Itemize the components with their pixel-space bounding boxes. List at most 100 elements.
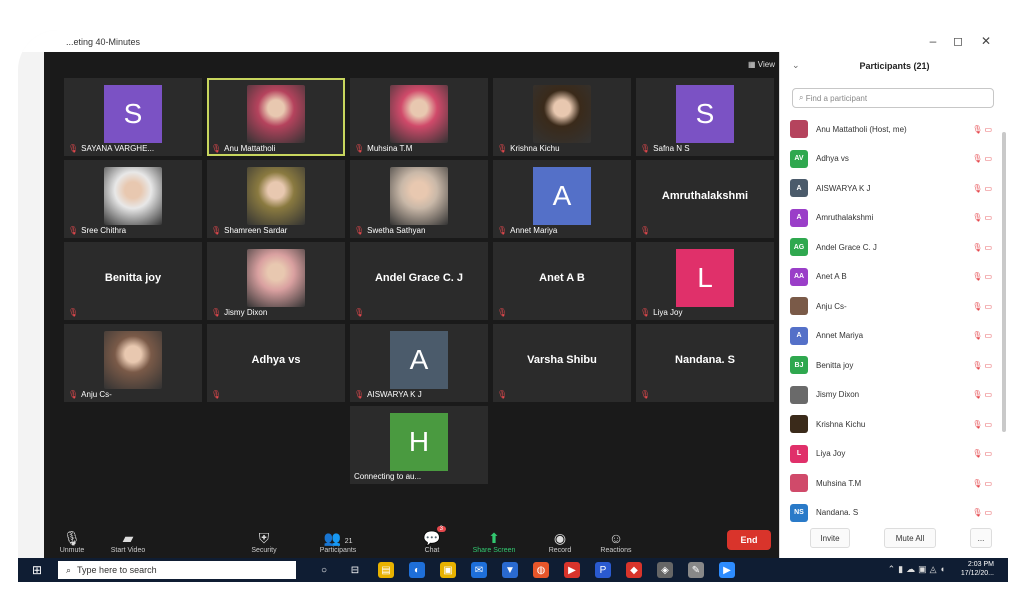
meeting-gallery: ▦ View S 🎙 SAYANA VARGHE... 🎙 Anu Mattatholi… xyxy=(44,52,779,558)
participant-row[interactable]: A AISWARYA K J 🎙▭ xyxy=(790,177,994,199)
chat-icon: 💬 xyxy=(423,530,441,546)
record-button[interactable]: ◉ Record xyxy=(534,529,586,554)
participant-tile[interactable]: 🎙 Muhsina T.M xyxy=(350,78,488,156)
restore-icon[interactable]: ◻ xyxy=(948,34,968,48)
participant-row[interactable]: L Liya Joy 🎙▭ xyxy=(790,443,994,465)
participant-row[interactable]: Krishna Kichu 🎙▭ xyxy=(790,413,994,435)
taskbar-app-icon[interactable]: ◈ xyxy=(657,562,673,578)
muted-status-icons: 🎙▭ xyxy=(972,390,994,399)
muted-status-icons: 🎙▭ xyxy=(972,478,994,488)
participant-tile[interactable]: Anet A B 🎙 xyxy=(493,242,631,320)
start-video-button[interactable]: ▰ Start Video xyxy=(102,529,154,554)
participant-name: Liya Joy xyxy=(816,449,846,458)
participant-tile[interactable]: 🎙 Sree Chithra xyxy=(64,160,202,238)
participant-row[interactable]: Jismy Dixon 🎙▭ xyxy=(790,384,994,406)
taskbar-app-icon[interactable]: ▤ xyxy=(378,562,394,578)
taskbar-app-icon[interactable]: ▶ xyxy=(564,562,580,578)
tile-display-name: Amruthalakshmi xyxy=(661,190,749,202)
mute-all-button[interactable]: Mute All xyxy=(884,528,936,548)
participant-row[interactable]: A Amruthalakshmi 🎙▭ xyxy=(790,207,994,229)
participant-tile[interactable]: Nandana. S 🎙 xyxy=(636,324,774,402)
security-button[interactable]: ⛨ Security xyxy=(238,529,290,554)
avatar xyxy=(790,474,808,492)
taskbar-app-icon[interactable]: ○ xyxy=(316,562,332,578)
taskbar-clock[interactable]: 2:03 PM 17/12/20... xyxy=(961,560,994,578)
tile-name-label: 🎙 Anju Cs- xyxy=(68,390,112,399)
share-screen-button[interactable]: ⬆ Share Screen xyxy=(468,529,520,554)
taskbar-app-icon[interactable]: ⊟ xyxy=(347,562,363,578)
security-label: Security xyxy=(251,547,277,554)
tile-name-text: Liya Joy xyxy=(653,308,683,317)
participant-tile[interactable]: 🎙 Anju Cs- xyxy=(64,324,202,402)
participant-tile[interactable]: A 🎙 Annet Mariya xyxy=(493,160,631,238)
participant-row[interactable]: AG Andel Grace C. J 🎙▭ xyxy=(790,236,994,258)
participant-row[interactable]: AA Anet A B 🎙▭ xyxy=(790,266,994,288)
participant-tile[interactable]: 🎙 Anu Mattatholi xyxy=(207,78,345,156)
mic-muted-icon: 🎙 xyxy=(640,144,651,153)
participant-row[interactable]: NS Nandana. S 🎙▭ xyxy=(790,502,994,524)
view-button[interactable]: ▦ View xyxy=(748,60,775,69)
taskbar-app-icon[interactable]: ✉ xyxy=(471,562,487,578)
windows-start-icon[interactable]: ⊞ xyxy=(32,563,42,577)
participant-tile[interactable]: Amruthalakshmi 🎙 xyxy=(636,160,774,238)
participant-row[interactable]: BJ Benitta joy 🎙▭ xyxy=(790,354,994,376)
tile-name-text: Krishna Kichu xyxy=(510,144,560,153)
participant-tile[interactable]: 🎙 Shamreen Sardar xyxy=(207,160,345,238)
avatar: L xyxy=(790,444,808,463)
participant-tile[interactable]: S 🎙 Safna N S xyxy=(636,78,774,156)
invite-button[interactable]: Invite xyxy=(810,528,850,548)
participant-tile[interactable]: 🎙 Krishna Kichu xyxy=(493,78,631,156)
tile-name-text: SAYANA VARGHE... xyxy=(81,144,155,153)
participant-tile[interactable]: H Connecting to au... xyxy=(350,406,488,484)
participant-row[interactable]: Muhsina T.M 🎙▭ xyxy=(790,472,994,494)
tile-name-label: 🎙 xyxy=(211,390,224,399)
muted-status-icons: 🎙▭ xyxy=(972,154,994,163)
close-icon[interactable]: ✕ xyxy=(976,34,996,48)
unmute-label: Unmute xyxy=(59,547,85,554)
participant-name: Krishna Kichu xyxy=(816,419,866,429)
end-meeting-button[interactable]: End xyxy=(727,530,771,550)
participant-search-input[interactable]: ⌕ Find a participant xyxy=(792,88,994,108)
participant-tile[interactable]: 🎙 Swetha Sathyan xyxy=(350,160,488,238)
participant-row[interactable]: AV Adhya vs 🎙▭ xyxy=(790,148,994,170)
muted-status-icons: 🎙▭ xyxy=(972,272,994,281)
participant-tile[interactable]: Benitta joy 🎙 xyxy=(64,242,202,320)
tile-name-label: 🎙 Safna N S xyxy=(640,144,690,153)
participant-row[interactable]: A Annet Mariya 🎙▭ xyxy=(790,325,994,347)
taskbar-app-icon[interactable]: ◍ xyxy=(533,562,549,578)
chat-label: Chat xyxy=(424,547,440,554)
avatar: AG xyxy=(790,238,808,256)
taskbar-app-icon[interactable]: ▶ xyxy=(719,562,735,578)
participant-tile[interactable]: Varsha Shibu 🎙 xyxy=(493,324,631,402)
system-tray-icons[interactable]: ⌃▮☁▣◬◖ xyxy=(888,564,948,575)
taskbar-app-icon[interactable]: P xyxy=(595,562,611,578)
participant-tile[interactable]: 🎙 Jismy Dixon xyxy=(207,242,345,320)
participant-row[interactable]: Anu Mattatholi (Host, me) 🎙▭ xyxy=(790,118,994,140)
participants-button[interactable]: 👥 21 Participants xyxy=(312,529,364,554)
avatar: BJ xyxy=(790,356,808,374)
taskbar-app-icon[interactable]: ◆ xyxy=(626,562,642,578)
taskbar-app-icon[interactable]: ◐ xyxy=(409,562,425,578)
taskbar-app-icon[interactable]: ▼ xyxy=(502,562,518,578)
chat-button[interactable]: 💬 3 Chat xyxy=(406,526,458,554)
taskbar-app-icon[interactable]: ✎ xyxy=(688,562,704,578)
participant-name: Annet Mariya xyxy=(816,331,864,340)
avatar xyxy=(790,415,808,433)
participant-tile[interactable]: L 🎙 Liya Joy xyxy=(636,242,774,320)
taskbar-search-input[interactable]: ⌕ Type here to search xyxy=(58,561,296,579)
minimize-icon[interactable]: – xyxy=(923,34,943,48)
participant-tile[interactable]: A 🎙 AISWARYA K J xyxy=(350,324,488,402)
unmute-button[interactable]: 🎙 Unmute xyxy=(46,529,98,554)
participant-tile[interactable]: S 🎙 SAYANA VARGHE... xyxy=(64,78,202,156)
participant-tile[interactable]: Andel Grace C. J 🎙 xyxy=(350,242,488,320)
panel-title: Participants (21) xyxy=(859,61,930,71)
avatar xyxy=(790,385,808,404)
taskbar-app-icon[interactable]: ▣ xyxy=(440,562,456,578)
more-button[interactable]: ... xyxy=(970,528,992,548)
panel-scrollbar[interactable] xyxy=(1002,132,1006,432)
participant-tile[interactable]: Adhya vs 🎙 xyxy=(207,324,345,402)
avatar: S xyxy=(676,85,734,143)
reactions-button[interactable]: ☺ Reactions xyxy=(590,529,642,554)
participant-row[interactable]: Anju Cs- 🎙▭ xyxy=(790,295,994,317)
shield-icon: ⛨ xyxy=(258,530,270,546)
